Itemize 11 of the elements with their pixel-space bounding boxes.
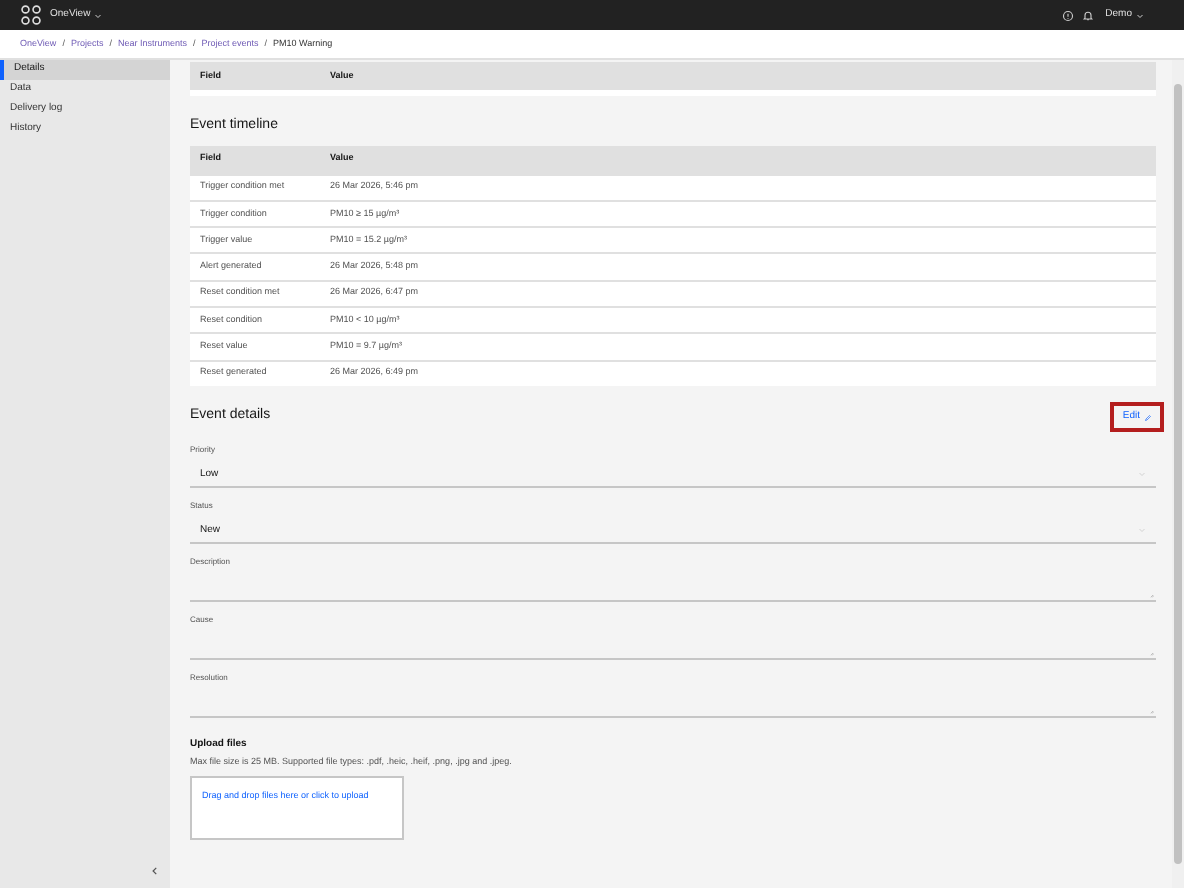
resize-handle-icon[interactable]: [1148, 650, 1154, 657]
chevron-down-icon: [1136, 11, 1144, 19]
bell-icon[interactable]: [1081, 9, 1094, 21]
scrollbar[interactable]: [1172, 60, 1184, 888]
chevron-down-icon: [94, 11, 103, 19]
resize-handle-icon[interactable]: [1148, 708, 1154, 715]
help-icon[interactable]: [1061, 9, 1074, 21]
resize-handle-icon[interactable]: [1148, 592, 1154, 599]
collapse-icon[interactable]: [150, 866, 160, 876]
pencil-icon: [1144, 413, 1152, 422]
logo-icon[interactable]: [20, 4, 42, 26]
